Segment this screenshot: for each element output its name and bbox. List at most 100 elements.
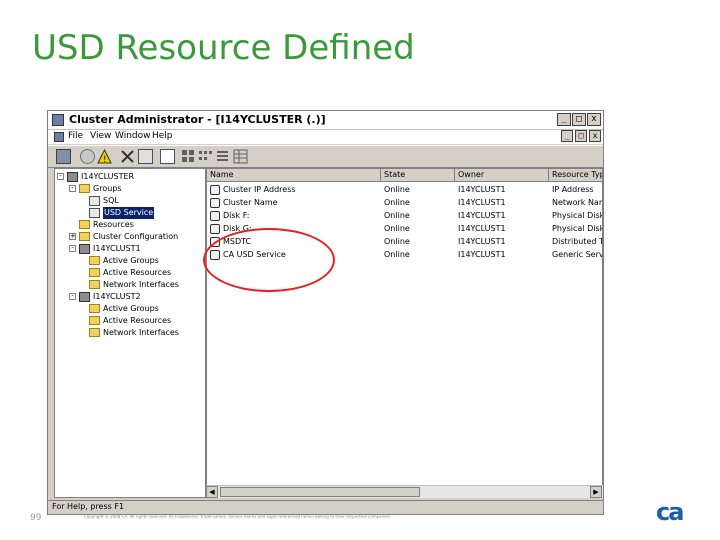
group-icon xyxy=(89,196,100,206)
cell-state: Online xyxy=(384,224,410,233)
maximize-button[interactable]: □ xyxy=(572,113,586,126)
cell-type: Distributed Tr xyxy=(552,237,603,246)
column-header-owner[interactable]: Owner xyxy=(455,169,549,182)
inner-close-button[interactable]: x xyxy=(589,130,601,142)
resource-icon xyxy=(210,198,220,208)
inner-restore-button[interactable]: □ xyxy=(575,130,587,142)
collapse-icon[interactable]: - xyxy=(57,173,64,180)
cell-type: Generic Servi xyxy=(552,250,603,259)
details-icon[interactable] xyxy=(233,149,248,164)
tree-item-label-selected: USD Service xyxy=(103,207,155,219)
cell-state: Online xyxy=(384,211,410,220)
tree-item-label: Network Interfaces xyxy=(103,328,179,337)
folder-icon xyxy=(89,304,100,313)
menu-file[interactable]: File xyxy=(68,131,83,141)
horizontal-scrollbar[interactable]: ◀ ▶ xyxy=(206,485,603,498)
cell-type: Physical Disk xyxy=(552,211,603,220)
filter-icon[interactable] xyxy=(160,149,175,164)
resource-list-pane[interactable]: Name State Owner Resource Type Cluster I… xyxy=(206,168,603,498)
status-text: For Help, press F1 xyxy=(52,502,125,511)
folder-icon xyxy=(79,232,90,241)
status-bar: For Help, press F1 xyxy=(48,500,603,514)
cluster-admin-icon xyxy=(52,114,64,126)
cell-state: Online xyxy=(384,250,410,259)
tree-item-label: Resources xyxy=(93,220,134,229)
scroll-right-icon[interactable]: ▶ xyxy=(590,486,602,498)
cell-name: Disk F: xyxy=(223,211,250,220)
cell-state: Online xyxy=(384,198,410,207)
cell-name: Cluster IP Address xyxy=(223,185,296,194)
tree-item-label: Active Groups xyxy=(103,304,159,313)
check-icon[interactable] xyxy=(138,149,153,164)
scrollbar-thumb[interactable] xyxy=(220,487,420,497)
folder-icon xyxy=(89,328,100,337)
cluster-administrator-window: Cluster Administrator - [I14YCLUSTER (.)… xyxy=(47,110,604,515)
window-titlebar[interactable]: Cluster Administrator - [I14YCLUSTER (.)… xyxy=(48,111,603,130)
tree-item-label: Cluster Configuration xyxy=(93,232,179,241)
minimize-button[interactable]: _ xyxy=(557,113,571,126)
tree-item-label: SQL xyxy=(103,196,119,205)
cell-owner: I14YCLUST1 xyxy=(458,211,506,220)
server-icon xyxy=(79,292,90,302)
cell-type: Physical Disk xyxy=(552,224,603,233)
cell-state: Online xyxy=(384,237,410,246)
column-header-state[interactable]: State xyxy=(381,169,455,182)
resource-icon xyxy=(210,211,220,221)
toolbar: ! xyxy=(48,145,603,168)
folder-icon xyxy=(89,268,100,277)
cell-owner: I14YCLUST1 xyxy=(458,198,506,207)
tree-item-label: Active Resources xyxy=(103,316,172,325)
folder-icon xyxy=(79,220,90,229)
tree-item-label: Network Interfaces xyxy=(103,280,179,289)
svg-text:!: ! xyxy=(103,155,107,164)
highlight-ellipse xyxy=(203,228,335,292)
tree-item-label: Active Groups xyxy=(103,256,159,265)
list-icon[interactable] xyxy=(215,149,230,164)
group-icon xyxy=(89,208,100,218)
tree-item-label: Groups xyxy=(93,184,122,193)
close-button[interactable]: x xyxy=(587,113,601,126)
document-icon[interactable] xyxy=(54,132,64,142)
properties-icon[interactable] xyxy=(80,149,95,164)
delete-icon[interactable] xyxy=(120,149,135,164)
collapse-icon[interactable]: - xyxy=(69,245,76,252)
expand-icon[interactable]: + xyxy=(69,233,76,240)
cell-owner: I14YCLUST1 xyxy=(458,224,506,233)
small-icons-icon[interactable] xyxy=(198,149,213,164)
menu-view[interactable]: View xyxy=(90,131,111,141)
server-icon xyxy=(79,244,90,254)
menu-help[interactable]: Help xyxy=(152,131,173,141)
resource-icon xyxy=(210,185,220,195)
cell-owner: I14YCLUST1 xyxy=(458,250,506,259)
tree-item-label: I14YCLUST1 xyxy=(93,244,141,253)
column-header-resource-type[interactable]: Resource Type xyxy=(549,169,602,182)
scroll-left-icon[interactable]: ◀ xyxy=(206,486,218,498)
ca-logo: ca xyxy=(656,498,684,526)
menu-window[interactable]: Window xyxy=(115,131,151,141)
menubar: File View Window Help xyxy=(48,130,603,144)
cluster-icon[interactable] xyxy=(56,149,71,164)
window-title: Cluster Administrator - [I14YCLUSTER (.)… xyxy=(69,113,326,126)
warning-icon[interactable]: ! xyxy=(97,148,112,165)
cell-name: Cluster Name xyxy=(223,198,278,207)
tree-item-label: I14YCLUSTER xyxy=(81,172,135,181)
cell-type: IP Address xyxy=(552,185,594,194)
column-header-name[interactable]: Name xyxy=(207,169,381,182)
cell-owner: I14YCLUST1 xyxy=(458,185,506,194)
collapse-icon[interactable]: - xyxy=(69,293,76,300)
page-number: 99 xyxy=(30,513,42,523)
folder-icon xyxy=(79,184,90,193)
cell-type: Network Name xyxy=(552,198,602,207)
large-icons-icon[interactable] xyxy=(181,149,196,164)
copyright-notice: Copyright © 2008 CA. All rights reserved… xyxy=(84,514,392,519)
slide-title: USD Resource Defined xyxy=(32,28,415,68)
resource-icon xyxy=(210,224,220,234)
cluster-server-icon xyxy=(67,172,78,182)
collapse-icon[interactable]: - xyxy=(69,185,76,192)
tree-pane[interactable]: - I14YCLUSTER - Groups SQL USD Service R… xyxy=(54,168,206,498)
inner-minimize-button[interactable]: _ xyxy=(561,130,573,142)
folder-icon xyxy=(89,256,100,265)
folder-icon xyxy=(89,280,100,289)
folder-icon xyxy=(89,316,100,325)
tree-item-label: Active Resources xyxy=(103,268,172,277)
